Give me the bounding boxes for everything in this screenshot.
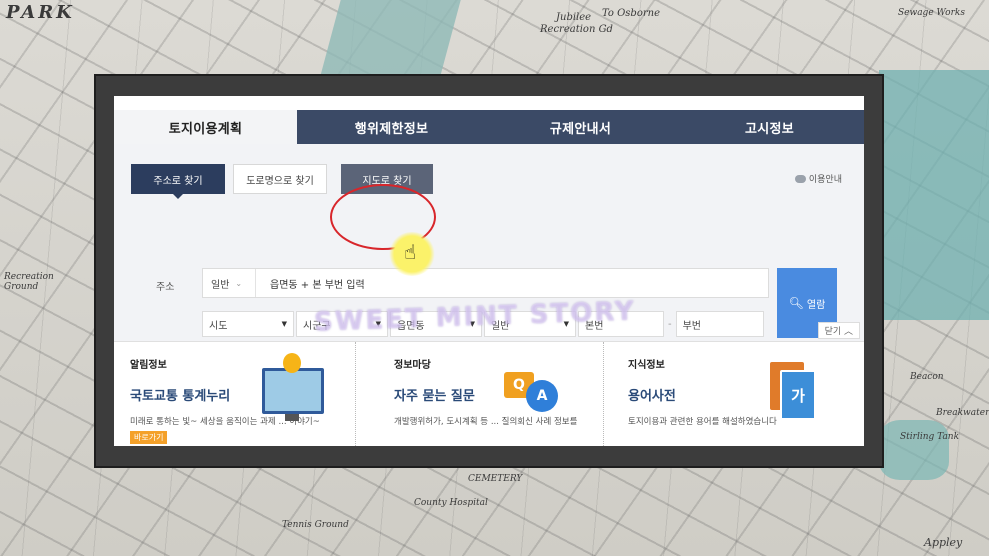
bonbeon-placeholder: 본번 — [585, 320, 604, 332]
bubeon-placeholder: 부번 — [682, 320, 702, 332]
sigungu-select[interactable]: 시군구 ▼ — [296, 311, 388, 337]
hand-cursor-icon: ☝ — [404, 240, 417, 264]
help-link-label: 이용안내 — [808, 175, 842, 185]
parcel-select-row: 시도 ▼ 시군구 ▼ 읍면동 ▼ 일반 ▼ 본번 - 부번 — [202, 311, 764, 337]
map-label: Stirling Tank — [900, 432, 960, 442]
close-button-label: 닫기 — [824, 327, 842, 337]
map-label: CEMETERY — [468, 474, 523, 484]
card-notice[interactable]: 알림정보 국토교통 통계누리 미래로 통하는 빛~ 세상을 움직이는 과제 ..… — [114, 342, 356, 446]
map-water — [879, 70, 989, 320]
tab-search-by-address[interactable]: 주소로 찾기 — [131, 164, 225, 199]
map-label: Jubilee — [556, 12, 592, 23]
card-glossary[interactable]: 지식정보 용어사전 토지이용과 관련한 용어를 해설하였습니다 가 — [604, 342, 864, 446]
map-water — [879, 420, 949, 480]
info-cards: 알림정보 국토교통 통계누리 미래로 통하는 빛~ 세상을 움직이는 과제 ..… — [114, 342, 864, 446]
answer-icon: A — [526, 380, 558, 412]
eupmyeondong-select-value: 읍면동 — [397, 320, 425, 332]
speech-bubble-icon — [794, 174, 806, 183]
dictionary-icon: 가 — [780, 370, 816, 420]
card-title[interactable]: 자주 묻는 질문 — [394, 385, 603, 404]
sido-select-value: 시도 — [209, 320, 228, 332]
map-label: Breakwater — [936, 408, 989, 418]
lightbulb-icon — [283, 353, 301, 373]
card-description: 개발행위허가, 도시계획 등 ... 질의회신 사례 정보를 — [394, 417, 578, 427]
land-type-select[interactable]: 일반 ▼ — [484, 311, 576, 337]
address-type-value: 일반 — [211, 279, 230, 291]
map-label: PARK — [6, 2, 75, 23]
bonbeon-input[interactable]: 본번 — [578, 311, 664, 337]
address-label: 주소 — [156, 282, 175, 293]
separator-dash: - — [668, 318, 672, 330]
close-button[interactable]: 닫기 ︿ — [817, 322, 860, 339]
tab-regulation-guide[interactable]: 규제안내서 — [486, 110, 675, 144]
bubeon-input[interactable]: 부번 — [675, 311, 764, 337]
land-use-page: 토지이용계획 행위제한정보 규제안내서 고시정보 주소로 찾기 도로명으로 찾기… — [114, 96, 864, 446]
eupmyeondong-select[interactable]: 읍면동 ▼ — [390, 311, 482, 337]
map-label: Tennis Ground — [282, 520, 349, 530]
map-label: Beacon — [910, 372, 944, 382]
map-label: To Osborne — [602, 8, 660, 19]
card-description: 토지이용과 관련한 용어를 해설하였습니다 — [628, 417, 777, 427]
card-faq[interactable]: 정보마당 자주 묻는 질문 개발행위허가, 도시계획 등 ... 질의회신 사례… — [356, 342, 604, 446]
search-method-tabs: 주소로 찾기 도로명으로 찾기 지도로 찾기 — [131, 164, 433, 199]
card-title[interactable]: 용어사전 — [628, 385, 864, 404]
map-label: Appley — [924, 536, 963, 549]
search-icon: 🔍︎ — [788, 296, 804, 310]
tab-notice-info[interactable]: 고시정보 — [675, 110, 864, 144]
map-label: County Hospital — [414, 498, 488, 508]
tab-search-by-map[interactable]: 지도로 찾기 — [341, 164, 433, 194]
map-water — [319, 0, 461, 80]
map-label: Recreation Ground — [4, 272, 54, 292]
help-link[interactable]: 이용안내 — [794, 172, 842, 185]
map-label: Recreation Gd — [540, 24, 613, 35]
monitor-stand — [285, 414, 299, 421]
address-type-select[interactable]: 일반 ⌄ — [203, 269, 256, 297]
tab-land-use-plan[interactable]: 토지이용계획 — [114, 110, 297, 144]
view-button-label: 열람 — [806, 299, 826, 311]
card-category: 정보마당 — [394, 360, 431, 371]
shortcut-button[interactable]: 바로가기 — [130, 431, 168, 444]
address-input[interactable]: 읍면동 + 본 부번 입력 — [256, 276, 365, 291]
main-tab-bar: 토지이용계획 행위제한정보 규제안내서 고시정보 — [114, 110, 864, 144]
sido-select[interactable]: 시도 ▼ — [202, 311, 294, 337]
dropdown-arrow-icon: ▼ — [563, 320, 569, 328]
dropdown-arrow-icon: ▼ — [469, 320, 475, 328]
land-type-select-value: 일반 — [491, 320, 510, 332]
address-search-field[interactable]: 일반 ⌄ 읍면동 + 본 부번 입력 — [202, 268, 769, 298]
top-strip — [114, 96, 864, 110]
search-panel: 주소로 찾기 도로명으로 찾기 지도로 찾기 이용안내 주소 일반 ⌄ 읍면동 … — [114, 144, 864, 342]
chevron-down-icon: ⌄ — [235, 278, 243, 288]
tab-action-restriction[interactable]: 행위제한정보 — [297, 110, 486, 144]
tab-search-by-road[interactable]: 도로명으로 찾기 — [233, 164, 327, 194]
card-category: 지식정보 — [628, 360, 665, 371]
dropdown-arrow-icon: ▼ — [375, 320, 381, 328]
sigungu-select-value: 시군구 — [303, 320, 331, 332]
monitor-lightbulb-icon — [262, 353, 324, 421]
dropdown-arrow-icon: ▼ — [281, 320, 287, 328]
map-label: Sewage Works — [898, 8, 965, 18]
card-description: 미래로 통하는 빛~ 세상을 움직이는 과제 ... 이야기~ — [130, 417, 320, 427]
